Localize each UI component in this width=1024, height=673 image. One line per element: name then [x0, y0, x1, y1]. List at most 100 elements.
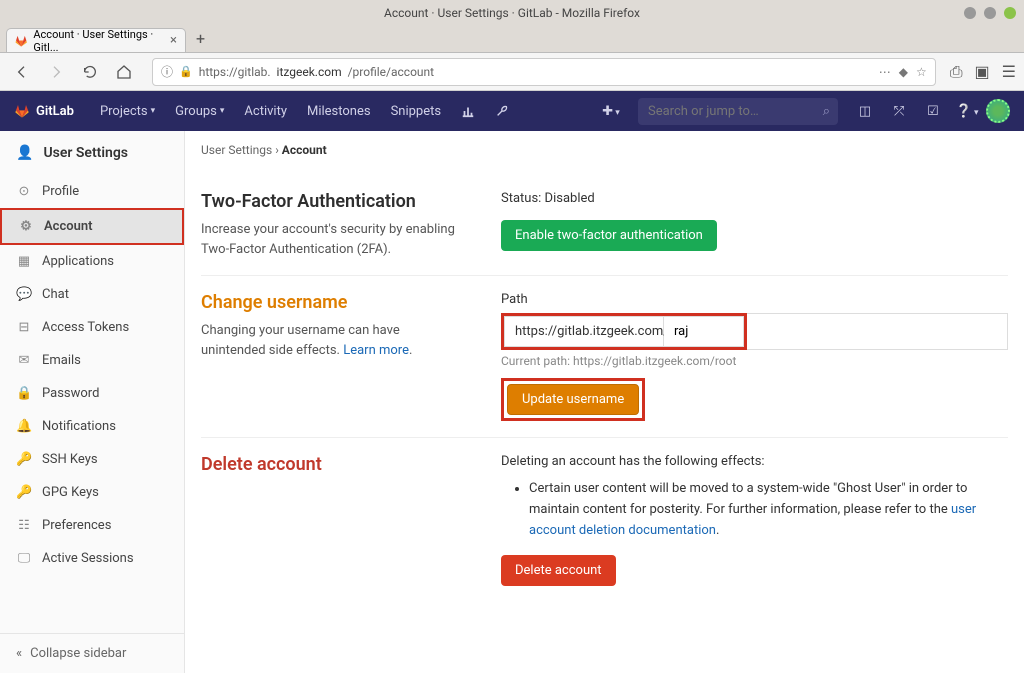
gitlab-favicon-icon: [15, 34, 27, 48]
sidebar-item-profile[interactable]: ⊙Profile: [0, 175, 184, 208]
twofa-desc: Increase your account's security by enab…: [201, 220, 461, 259]
lock-icon: 🔒: [16, 386, 32, 401]
window-titlebar: Account · User Settings · GitLab - Mozil…: [0, 0, 1024, 25]
chevron-left-icon: «: [16, 646, 22, 661]
path-input-extend[interactable]: [747, 313, 1008, 350]
url-scheme: https://gitlab.: [199, 65, 271, 79]
user-icon: 👤: [16, 145, 33, 161]
update-username-button[interactable]: Update username: [507, 384, 639, 415]
gitlab-logo[interactable]: GitLab: [14, 103, 74, 119]
nav-plus[interactable]: ✚: [596, 104, 626, 119]
sidebar-item-ssh[interactable]: 🔑SSH Keys: [0, 443, 184, 476]
changeuser-desc: Changing your username can have unintend…: [201, 321, 461, 360]
enable-2fa-button[interactable]: Enable two-factor authentication: [501, 220, 717, 251]
sliders-icon: ☷: [16, 518, 32, 533]
window-max-icon[interactable]: [984, 7, 996, 19]
library-icon[interactable]: ⎙: [950, 62, 963, 82]
nav-milestones[interactable]: Milestones: [297, 104, 381, 119]
sidebar-item-chat[interactable]: 💬Chat: [0, 278, 184, 311]
reader-icon[interactable]: ◆: [899, 65, 908, 79]
collapse-sidebar[interactable]: « Collapse sidebar: [0, 633, 184, 673]
browser-tab[interactable]: Account · User Settings · Gitl... ×: [6, 28, 186, 52]
delete-account-button[interactable]: Delete account: [501, 555, 616, 586]
token-icon: ⊟: [16, 320, 32, 335]
bookmark-icon[interactable]: ☆: [916, 65, 927, 79]
nav-projects[interactable]: Projects: [90, 104, 165, 119]
nav-issues-icon[interactable]: ◫: [850, 104, 880, 119]
sidebar-item-emails[interactable]: ✉Emails: [0, 344, 184, 377]
nav-chart-icon[interactable]: [451, 104, 485, 118]
delete-heading: Delete account: [201, 454, 461, 475]
nav-snippets[interactable]: Snippets: [381, 104, 452, 119]
breadcrumb: User Settings › Account: [201, 143, 1008, 157]
sidebar-item-sessions[interactable]: 🖵Active Sessions: [0, 542, 184, 575]
reload-button[interactable]: [76, 58, 104, 86]
chat-icon: 💬: [16, 287, 32, 302]
url-domain: itzgeek.com: [277, 65, 342, 79]
url-bar[interactable]: ⓘ 🔒 https://gitlab.itzgeek.com/profile/a…: [152, 58, 936, 86]
info-icon[interactable]: ⓘ: [161, 63, 173, 80]
sidebar-item-applications[interactable]: ▦Applications: [0, 245, 184, 278]
sidebar-item-gpg[interactable]: 🔑GPG Keys: [0, 476, 184, 509]
username-input[interactable]: [664, 316, 744, 347]
learn-more-link[interactable]: Learn more: [343, 343, 409, 358]
browser-toolbar: ⓘ 🔒 https://gitlab.itzgeek.com/profile/a…: [0, 53, 1024, 91]
changeuser-heading: Change username: [201, 292, 461, 313]
nav-merge-icon[interactable]: ⤱: [884, 104, 914, 119]
sidebar-item-notifications[interactable]: 🔔Notifications: [0, 410, 184, 443]
breadcrumb-a[interactable]: User Settings: [201, 143, 272, 157]
section-change-username: Change username Changing your username c…: [201, 276, 1008, 438]
tab-close-icon[interactable]: ×: [170, 33, 177, 48]
brand-label: GitLab: [36, 104, 74, 119]
browser-tab-strip: Account · User Settings · Gitl... × +: [0, 25, 1024, 53]
delete-effects-list: Certain user content will be moved to a …: [501, 479, 1008, 541]
profile-icon: ⊙: [16, 184, 32, 199]
sidebar-item-password[interactable]: 🔒Password: [0, 377, 184, 410]
nav-todo-icon[interactable]: ☑: [918, 104, 948, 119]
tab-label: Account · User Settings · Gitl...: [33, 28, 164, 54]
nav-activity[interactable]: Activity: [234, 104, 297, 119]
back-button[interactable]: [8, 58, 36, 86]
menu-icon[interactable]: ☰: [1002, 62, 1016, 82]
path-label: Path: [501, 292, 1008, 307]
section-delete-account: Delete account Deleting an account has t…: [201, 438, 1008, 602]
account-icon: ⚙: [18, 219, 34, 234]
nav-groups[interactable]: Groups: [165, 104, 234, 119]
delete-intro: Deleting an account has the following ef…: [501, 454, 1008, 469]
sidebar-item-account[interactable]: ⚙Account: [0, 208, 184, 245]
window-title: Account · User Settings · GitLab - Mozil…: [384, 6, 640, 20]
window-close-icon[interactable]: [1004, 7, 1016, 19]
key-icon: 🔑: [16, 485, 32, 500]
breadcrumb-b: Account: [282, 143, 327, 157]
delete-effect-item: Certain user content will be moved to a …: [529, 479, 1008, 541]
main-content: User Settings › Account Two-Factor Authe…: [185, 131, 1024, 673]
nav-help-icon[interactable]: ❔: [952, 104, 982, 119]
twofa-status: Status: Disabled: [501, 191, 1008, 206]
url-path: /profile/account: [348, 65, 434, 79]
monitor-icon: 🖵: [16, 551, 32, 566]
search-icon[interactable]: ⌕: [823, 104, 830, 119]
sidebar-item-preferences[interactable]: ☷Preferences: [0, 509, 184, 542]
sidebar-icon[interactable]: ▣: [975, 62, 990, 82]
forward-button[interactable]: [42, 58, 70, 86]
section-2fa: Two-Factor Authentication Increase your …: [201, 175, 1008, 276]
user-avatar[interactable]: [986, 99, 1010, 123]
gitlab-logo-icon: [14, 103, 30, 119]
apps-icon: ▦: [16, 254, 32, 269]
key-icon: 🔑: [16, 452, 32, 467]
sidebar-item-tokens[interactable]: ⊟Access Tokens: [0, 311, 184, 344]
more-icon[interactable]: ⋯: [879, 65, 891, 79]
current-path: Current path: https://gitlab.itzgeek.com…: [501, 354, 1008, 368]
home-button[interactable]: [110, 58, 138, 86]
nav-wrench-icon[interactable]: [485, 104, 519, 118]
bell-icon: 🔔: [16, 419, 32, 434]
sidebar-header: 👤 User Settings: [0, 131, 184, 175]
path-prefix: https://gitlab.itzgeek.com/: [504, 316, 664, 347]
twofa-heading: Two-Factor Authentication: [201, 191, 461, 212]
window-min-icon[interactable]: [964, 7, 976, 19]
new-tab-button[interactable]: +: [186, 25, 215, 52]
search-input[interactable]: [638, 98, 838, 125]
email-icon: ✉: [16, 353, 32, 368]
settings-sidebar: 👤 User Settings ⊙Profile ⚙Account ▦Appli…: [0, 131, 185, 673]
gitlab-navbar: GitLab Projects Groups Activity Mileston…: [0, 91, 1024, 131]
